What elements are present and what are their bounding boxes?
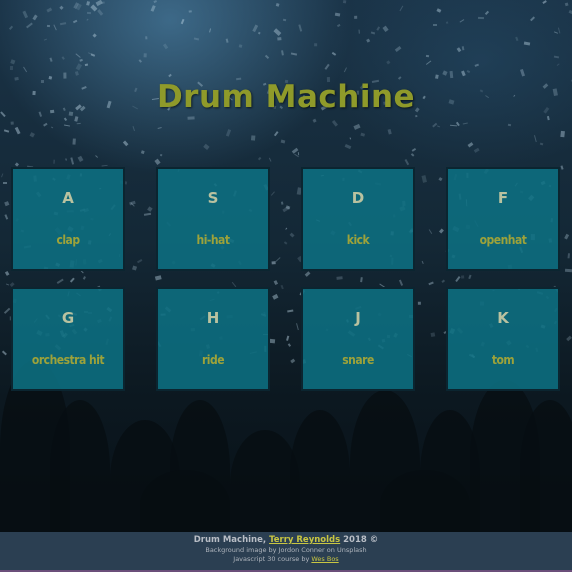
footer-course-credit: Javascript 30 course by Wes Bos [0,555,572,563]
footer-image-credit: Background image by Jordon Conner on Uns… [205,546,367,554]
footer-credit-prefix: Drum Machine, [193,535,270,545]
pad-d[interactable]: D kick [301,167,415,271]
pad-sound: tom [491,353,515,367]
pad-key: K [497,309,509,327]
pad-key: S [207,189,219,207]
footer-credit-suffix: 2018 © [340,535,379,545]
pad-key: F [497,189,509,207]
pad-sound: openhat [479,233,527,247]
footer-credit: Drum Machine, Terry Reynolds 2018 © [0,535,572,545]
pad-s[interactable]: S hi-hat [156,167,270,271]
page-title: Drum Machine [156,78,416,115]
course-link[interactable]: Wes Bos [311,555,338,563]
pad-f[interactable]: F openhat [446,167,560,271]
pad-sound: kick [346,233,370,247]
pad-sound: snare [342,353,374,367]
pad-k[interactable]: K tom [446,287,560,391]
pad-j[interactable]: J snare [301,287,415,391]
pad-sound: orchestra hit [31,353,105,367]
pad-key: A [62,189,74,207]
pad-sound: hi-hat [196,233,231,247]
footer: Drum Machine, Terry Reynolds 2018 © Back… [0,532,572,572]
pad-key: D [351,189,365,207]
pad-key: H [206,309,220,327]
author-link[interactable]: Terry Reynolds [269,535,340,545]
pad-sound: clap [56,233,80,247]
pad-key: G [61,309,75,327]
pad-h[interactable]: H ride [156,287,270,391]
pad-key: J [355,309,361,327]
footer-course-prefix: Javascript 30 course by [233,555,312,563]
pad-g[interactable]: G orchestra hit [11,287,125,391]
pad-sound: ride [201,353,225,367]
pad-a[interactable]: A clap [11,167,125,271]
